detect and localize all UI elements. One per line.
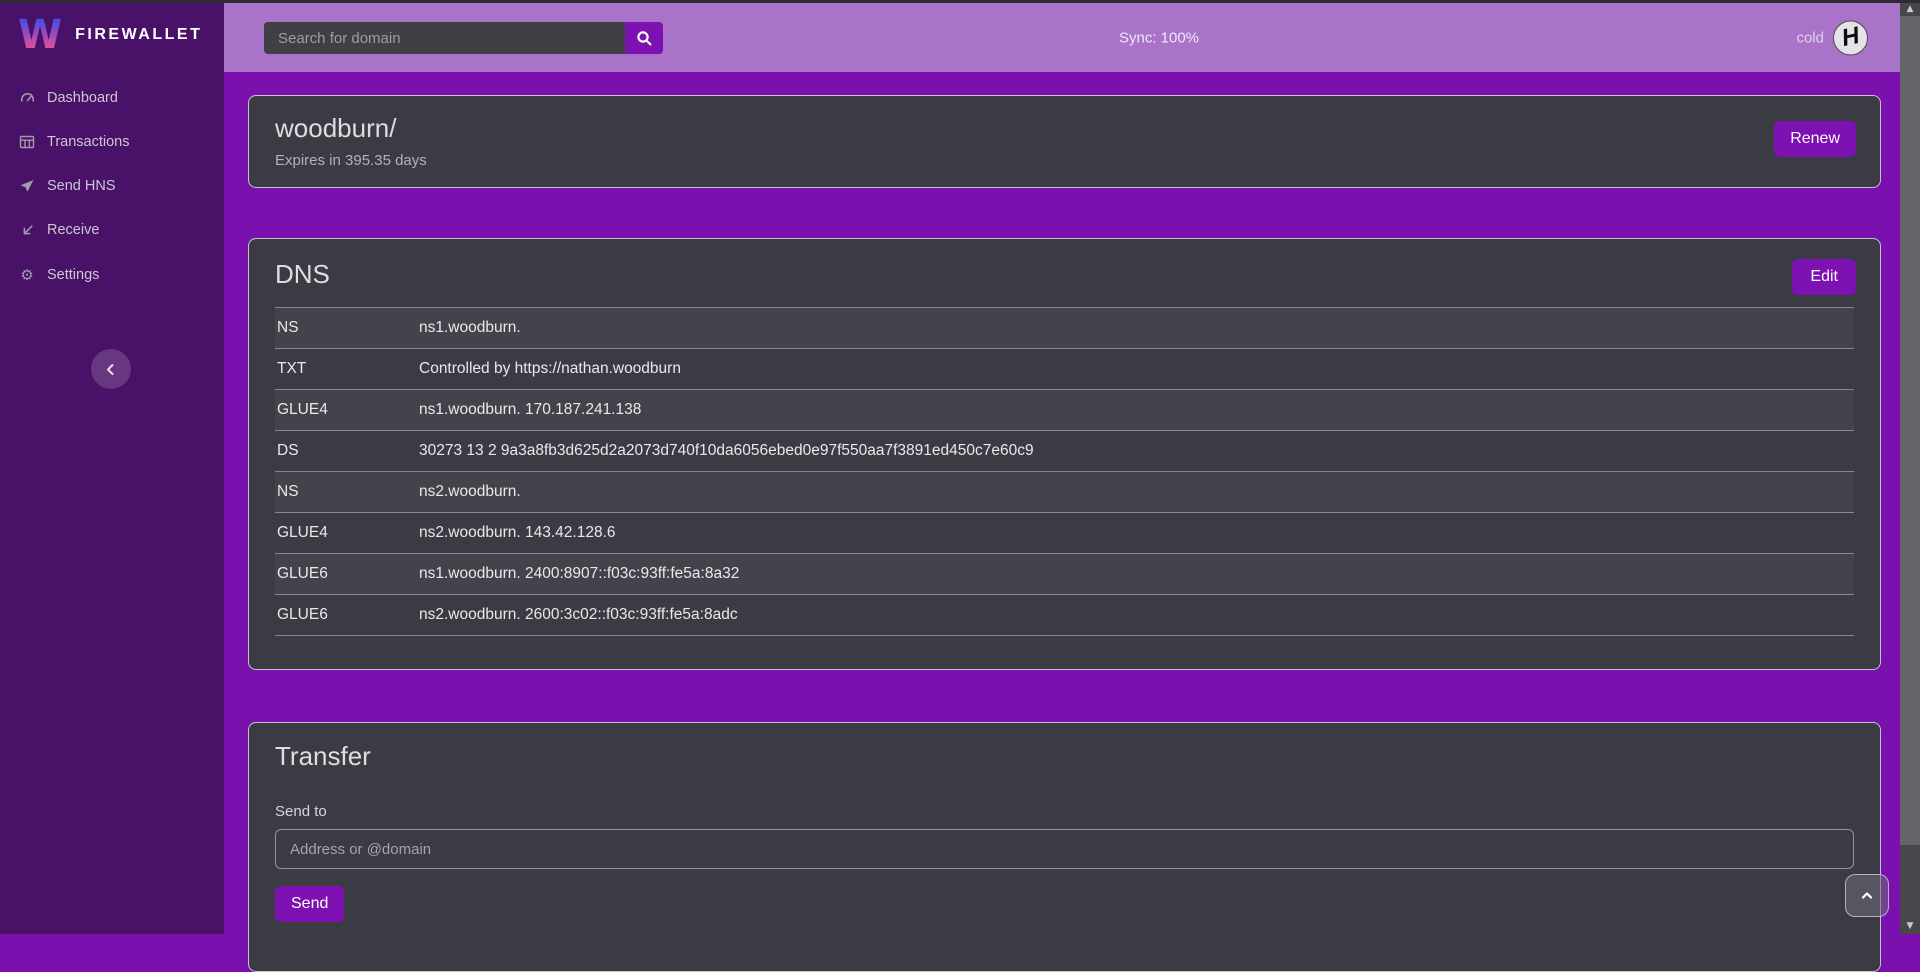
- sidebar: W FIREWALLET Dashboard Transactio: [0, 0, 224, 934]
- dns-record-type: GLUE4: [275, 513, 417, 554]
- dns-record-row: NS ns2.woodburn.: [275, 472, 1854, 513]
- dns-record-value: ns2.woodburn. 143.42.128.6: [417, 513, 1854, 554]
- table-icon: [18, 134, 36, 150]
- topbar: Sync: 100% cold H: [224, 3, 1900, 72]
- search-icon: [636, 30, 653, 47]
- dns-record-type: GLUE6: [275, 554, 417, 595]
- dns-record-value: ns1.woodburn. 2400:8907::f03c:93ff:fe5a:…: [417, 554, 1854, 595]
- search-button[interactable]: [625, 22, 663, 54]
- dns-record-row: GLUE4 ns2.woodburn. 143.42.128.6: [275, 513, 1854, 554]
- vertical-scrollbar[interactable]: ▲ ▼: [1900, 0, 1920, 934]
- renew-button[interactable]: Renew: [1774, 121, 1856, 157]
- sidebar-collapse-button[interactable]: [91, 349, 131, 389]
- dns-record-value: Controlled by https://nathan.woodburn: [417, 349, 1854, 390]
- dns-title: DNS: [275, 259, 1854, 290]
- dns-record-row: NS ns1.woodburn.: [275, 308, 1854, 349]
- scroll-to-top-button[interactable]: [1845, 874, 1889, 917]
- sidebar-item-settings[interactable]: ⚙ Settings: [0, 252, 224, 298]
- gauge-icon: [18, 90, 36, 106]
- gear-icon: ⚙: [18, 266, 36, 284]
- dns-record-type: NS: [275, 308, 417, 349]
- window-top-edge: [0, 0, 1920, 3]
- wallet-account: cold H: [1796, 20, 1868, 55]
- dns-records-table: NS ns1.woodburn. TXT Controlled by https…: [275, 307, 1854, 636]
- dns-record-value: ns2.woodburn. 2600:3c02::f03c:93ff:fe5a:…: [417, 595, 1854, 636]
- sidebar-item-send-hns[interactable]: Send HNS: [0, 164, 224, 208]
- domain-expiry: Expires in 395.35 days: [275, 152, 1854, 169]
- sidebar-item-dashboard[interactable]: Dashboard: [0, 76, 224, 120]
- dns-record-row: GLUE6 ns1.woodburn. 2400:8907::f03c:93ff…: [275, 554, 1854, 595]
- domain-card: woodburn/ Expires in 395.35 days Renew: [248, 95, 1881, 188]
- send-button[interactable]: Send: [275, 886, 344, 922]
- dns-record-row: GLUE6 ns2.woodburn. 2600:3c02::f03c:93ff…: [275, 595, 1854, 636]
- dns-record-value: ns1.woodburn.: [417, 308, 1854, 349]
- sidebar-nav: Dashboard Transactions Send HNS: [0, 76, 224, 298]
- sidebar-item-label: Send HNS: [47, 178, 116, 194]
- transfer-address-input[interactable]: [275, 829, 1854, 869]
- dns-record-row: DS 30273 13 2 9a3a8fb3d625d2a2073d740f10…: [275, 431, 1854, 472]
- dns-record-type: TXT: [275, 349, 417, 390]
- dns-record-row: TXT Controlled by https://nathan.woodbur…: [275, 349, 1854, 390]
- dns-record-value: ns1.woodburn. 170.187.241.138: [417, 390, 1854, 431]
- wallet-name-label: cold: [1796, 29, 1824, 46]
- brand: W FIREWALLET: [0, 0, 224, 64]
- brand-name: FIREWALLET: [75, 26, 202, 44]
- firewallet-logo-icon: W: [18, 16, 62, 54]
- dns-record-type: DS: [275, 431, 417, 472]
- dns-record-type: GLUE6: [275, 595, 417, 636]
- domain-search: [264, 22, 663, 54]
- sync-status: Sync: 100%: [1119, 29, 1199, 46]
- arrow-down-left-icon: [18, 223, 36, 238]
- chevron-up-icon: [1859, 888, 1875, 903]
- dns-record-type: GLUE4: [275, 390, 417, 431]
- handshake-logo-icon[interactable]: H: [1833, 20, 1868, 55]
- domain-title: woodburn/: [275, 113, 1854, 144]
- sidebar-item-receive[interactable]: Receive: [0, 208, 224, 252]
- paper-plane-icon: [18, 178, 36, 194]
- edit-dns-button[interactable]: Edit: [1792, 259, 1856, 295]
- sidebar-item-transactions[interactable]: Transactions: [0, 120, 224, 164]
- transfer-title: Transfer: [275, 741, 1854, 772]
- dns-record-value: ns2.woodburn.: [417, 472, 1854, 513]
- sidebar-item-label: Transactions: [47, 134, 129, 150]
- scrollbar-thumb[interactable]: [1900, 16, 1920, 845]
- dns-card: DNS Edit NS ns1.woodburn. TXT Controlled…: [248, 238, 1881, 670]
- dns-record-type: NS: [275, 472, 417, 513]
- dns-record-value: 30273 13 2 9a3a8fb3d625d2a2073d740f10da6…: [417, 431, 1854, 472]
- sidebar-item-label: Settings: [47, 267, 99, 283]
- chevron-left-icon: [103, 361, 119, 378]
- scrollbar-up-arrow-icon[interactable]: ▲: [1900, 4, 1920, 14]
- send-to-label: Send to: [275, 803, 1854, 820]
- transfer-card: Transfer Send to Send: [248, 722, 1881, 972]
- sidebar-item-label: Dashboard: [47, 90, 118, 106]
- dns-record-row: GLUE4 ns1.woodburn. 170.187.241.138: [275, 390, 1854, 431]
- scrollbar-down-arrow-icon[interactable]: ▼: [1900, 921, 1920, 931]
- search-input[interactable]: [264, 22, 625, 54]
- sidebar-item-label: Receive: [47, 222, 99, 238]
